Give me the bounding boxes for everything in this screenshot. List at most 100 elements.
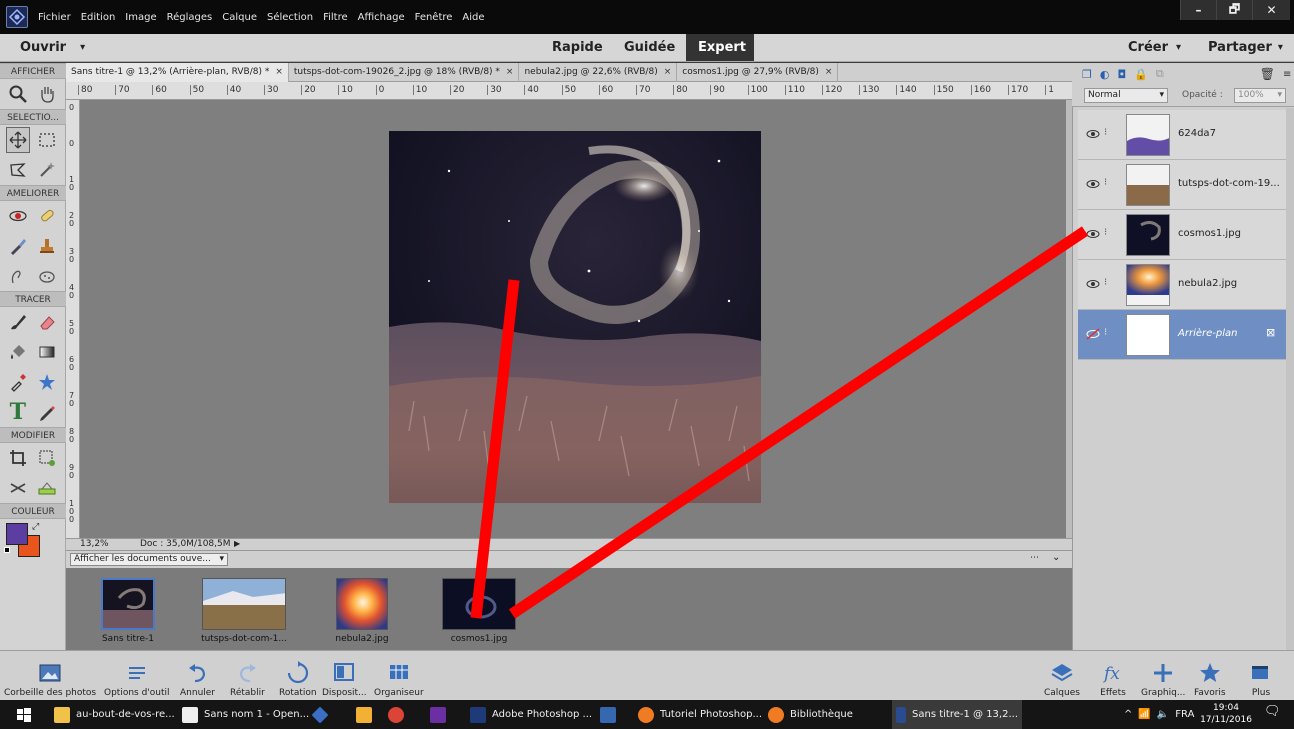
text-tool-icon[interactable]: T (6, 399, 30, 425)
share-button[interactable]: Partager ▾ (1208, 34, 1283, 61)
menu-edition[interactable]: Edition (81, 12, 116, 23)
bin-thumb-nebula2[interactable] (336, 578, 388, 630)
system-tray[interactable]: ^ 📶 🔈 FRA (1120, 700, 1198, 729)
layer-mask-icon[interactable]: ◘ (1117, 68, 1126, 81)
link-icon[interactable]: ⧉ (1156, 67, 1164, 81)
tab-close-icon[interactable]: × (506, 63, 514, 82)
taskbar-app3[interactable] (308, 700, 332, 729)
eyedropper-icon[interactable] (6, 369, 30, 395)
redo-button[interactable]: Rétablir (230, 654, 265, 698)
menu-reglages[interactable]: Réglages (167, 12, 213, 23)
panel-menu-icon[interactable]: ≡ (1283, 69, 1291, 80)
layer-row[interactable]: ⁝ tutsps-dot-com-19... (1078, 160, 1286, 210)
menu-selection[interactable]: Sélection (267, 12, 313, 23)
tab-nebula2[interactable]: nebula2.jpg @ 22,6% (RVB/8) × (519, 63, 678, 82)
menu-affichage[interactable]: Affichage (358, 12, 405, 23)
paint-bucket-icon[interactable] (6, 339, 30, 365)
red-eye-tool-icon[interactable] (6, 203, 30, 229)
recompose-tool-icon[interactable] (36, 445, 60, 471)
layer-name[interactable]: Arrière-plan (1178, 328, 1237, 339)
new-layer-icon[interactable]: ❐ (1082, 68, 1092, 81)
mode-guidee[interactable]: Guidée (624, 34, 675, 61)
taskbar-app4[interactable] (352, 700, 376, 729)
default-colors-icon[interactable] (4, 547, 10, 553)
layer-name[interactable]: 624da7 (1178, 128, 1216, 139)
status-menu-arrow-icon[interactable]: ▶ (234, 539, 240, 548)
layer-name[interactable]: tutsps-dot-com-19... (1178, 178, 1280, 189)
taskbar-firefox[interactable]: Tutoriel Photoshop... (634, 700, 766, 729)
layout-button[interactable]: Disposit... (322, 654, 367, 698)
tab-close-icon[interactable]: × (825, 63, 833, 82)
menu-fenetre[interactable]: Fenêtre (415, 12, 453, 23)
custom-shape-icon[interactable] (36, 369, 60, 395)
layer-lock-icon[interactable]: ⊠ (1266, 326, 1275, 339)
taskbar-explorer[interactable]: au-bout-de-vos-re... (50, 700, 179, 729)
create-button[interactable]: Créer ▾ (1128, 34, 1181, 61)
bin-thumb-cosmos1[interactable] (442, 578, 516, 630)
foreground-color-swatch[interactable] (6, 523, 28, 545)
eye-icon[interactable] (1086, 128, 1100, 140)
mode-expert[interactable]: Expert (686, 34, 754, 61)
volume-icon[interactable]: 🔈 (1157, 709, 1169, 720)
start-button[interactable] (12, 700, 36, 729)
language-indicator[interactable]: FRA (1175, 709, 1194, 720)
close-button[interactable]: ✕ (1252, 0, 1290, 20)
clone-stamp-icon[interactable] (36, 233, 60, 259)
tool-options-button[interactable]: Options d'outil (104, 654, 170, 698)
link-icon[interactable]: ⁝ (1104, 177, 1112, 191)
taskbar-chrome[interactable] (384, 700, 408, 729)
layers-scrollbar[interactable] (1286, 108, 1294, 650)
zoom-level[interactable]: 13,2% (80, 539, 109, 549)
layer-name[interactable]: cosmos1.jpg (1178, 228, 1241, 239)
bin-documents-dropdown[interactable]: Afficher les documents ouve... ▾ (70, 553, 228, 566)
bin-thumb-sans-titre-1[interactable] (101, 578, 155, 630)
lasso-tool-icon[interactable] (6, 157, 30, 183)
taskbar-library[interactable]: Bibliothèque (764, 700, 857, 729)
content-aware-move-icon[interactable] (6, 475, 30, 501)
link-icon[interactable]: ⁝ (1104, 127, 1112, 141)
lock-icon[interactable]: 🔒 (1134, 68, 1148, 81)
graphics-panel-button[interactable]: Graphiq... (1141, 654, 1185, 698)
more-panel-button[interactable]: Plus (1248, 654, 1274, 698)
magic-wand-icon[interactable] (36, 157, 60, 183)
tab-tutsps[interactable]: tutsps-dot-com-19026_2.jpg @ 18% (RVB/8)… (289, 63, 520, 82)
eye-icon[interactable] (1086, 228, 1100, 240)
taskbar-app6[interactable] (426, 700, 450, 729)
layer-row-selected[interactable]: ⁝ Arrière-plan ⊠ (1078, 310, 1286, 360)
layer-row[interactable]: ⁝ cosmos1.jpg (1078, 210, 1286, 260)
tab-sans-titre-1[interactable]: Sans titre-1 @ 13,2% (Arrière-plan, RVB/… (66, 63, 289, 82)
rotate-button[interactable]: Rotation (279, 654, 317, 698)
swap-colors-icon[interactable]: ⤢ (32, 522, 39, 532)
photo-bin-button[interactable]: Corbeille des photos (4, 654, 96, 698)
tab-cosmos1[interactable]: cosmos1.jpg @ 27,9% (RVB/8) × (677, 63, 839, 82)
taskbar-sans-titre[interactable]: Sans titre-1 @ 13,2... (892, 700, 1022, 729)
brush-tool-icon[interactable] (6, 309, 30, 335)
menu-filtre[interactable]: Filtre (323, 12, 348, 23)
adjustment-layer-icon[interactable]: ◐ (1100, 68, 1110, 81)
eye-hidden-icon[interactable] (1086, 328, 1100, 340)
bin-menu-icon[interactable]: ⋯ (1030, 553, 1039, 563)
menu-image[interactable]: Image (125, 12, 156, 23)
undo-button[interactable]: Annuler (180, 654, 215, 698)
clock[interactable]: 19:04 17/11/2016 (1198, 702, 1254, 726)
blend-mode-select[interactable]: Normal ▾ (1084, 88, 1168, 103)
smudge-tool-icon[interactable] (6, 263, 30, 289)
taskbar-app8[interactable] (596, 700, 620, 729)
menu-calque[interactable]: Calque (222, 12, 257, 23)
taskbar-photoshop[interactable]: Adobe Photoshop ... (466, 700, 596, 729)
marquee-tool-icon[interactable] (36, 127, 59, 153)
bin-thumb-tutsps[interactable] (202, 578, 286, 630)
organizer-button[interactable]: Organiseur (374, 654, 424, 698)
layer-row[interactable]: ⁝ nebula2.jpg (1078, 260, 1286, 310)
smart-brush-icon[interactable] (6, 233, 30, 259)
favorites-panel-button[interactable]: Favoris (1194, 654, 1226, 698)
layer-row[interactable]: ⁝ 624da7 (1078, 110, 1286, 160)
mode-rapide[interactable]: Rapide (552, 34, 603, 61)
gradient-tool-icon[interactable] (36, 339, 60, 365)
link-icon[interactable]: ⁝ (1104, 227, 1112, 241)
menu-fichier[interactable]: Fichier (38, 12, 71, 23)
menu-aide[interactable]: Aide (462, 12, 484, 23)
restore-button[interactable]: 🗗 (1216, 0, 1252, 20)
open-button[interactable]: Ouvrir ▾ (20, 34, 85, 61)
layers-panel-button[interactable]: Calques (1044, 654, 1080, 698)
